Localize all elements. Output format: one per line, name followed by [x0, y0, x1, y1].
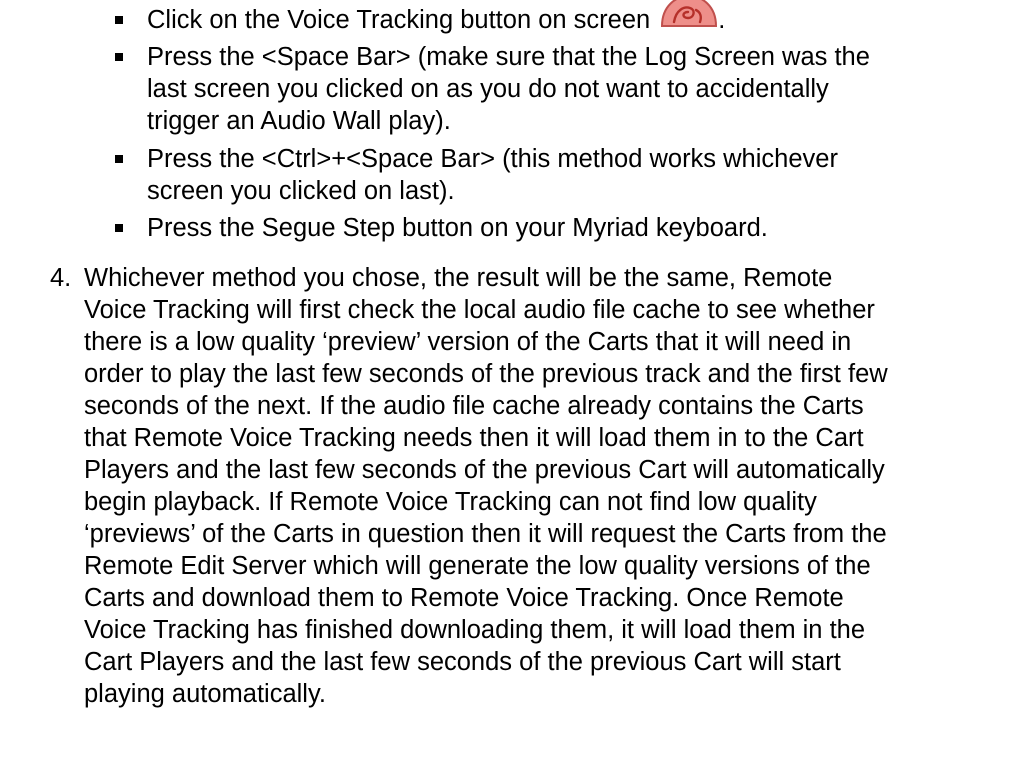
square-bullet-icon — [115, 224, 123, 232]
bullet-text: Press the <Space Bar> (make sure that th… — [147, 43, 870, 135]
bullet-text: Click on the Voice Tracking button on sc… — [147, 0, 997, 38]
voice-tracking-button-icon — [660, 0, 718, 38]
bullet-text-after-icon: . — [718, 6, 726, 34]
square-bullet-icon — [115, 53, 123, 61]
bullet-text-before-icon: Click on the Voice Tracking button on sc… — [147, 6, 651, 34]
document-page: Click on the Voice Tracking button on sc… — [0, 0, 1009, 763]
square-bullet-icon — [115, 155, 123, 163]
step-text: Whichever method you chose, the result w… — [84, 264, 888, 708]
bullet-text: Press the <Ctrl>+<Space Bar> (this metho… — [147, 145, 838, 205]
bullet-text: Press the Segue Step button on your Myri… — [147, 214, 768, 242]
step-number: 4. — [50, 264, 72, 292]
square-bullet-icon — [115, 16, 123, 24]
